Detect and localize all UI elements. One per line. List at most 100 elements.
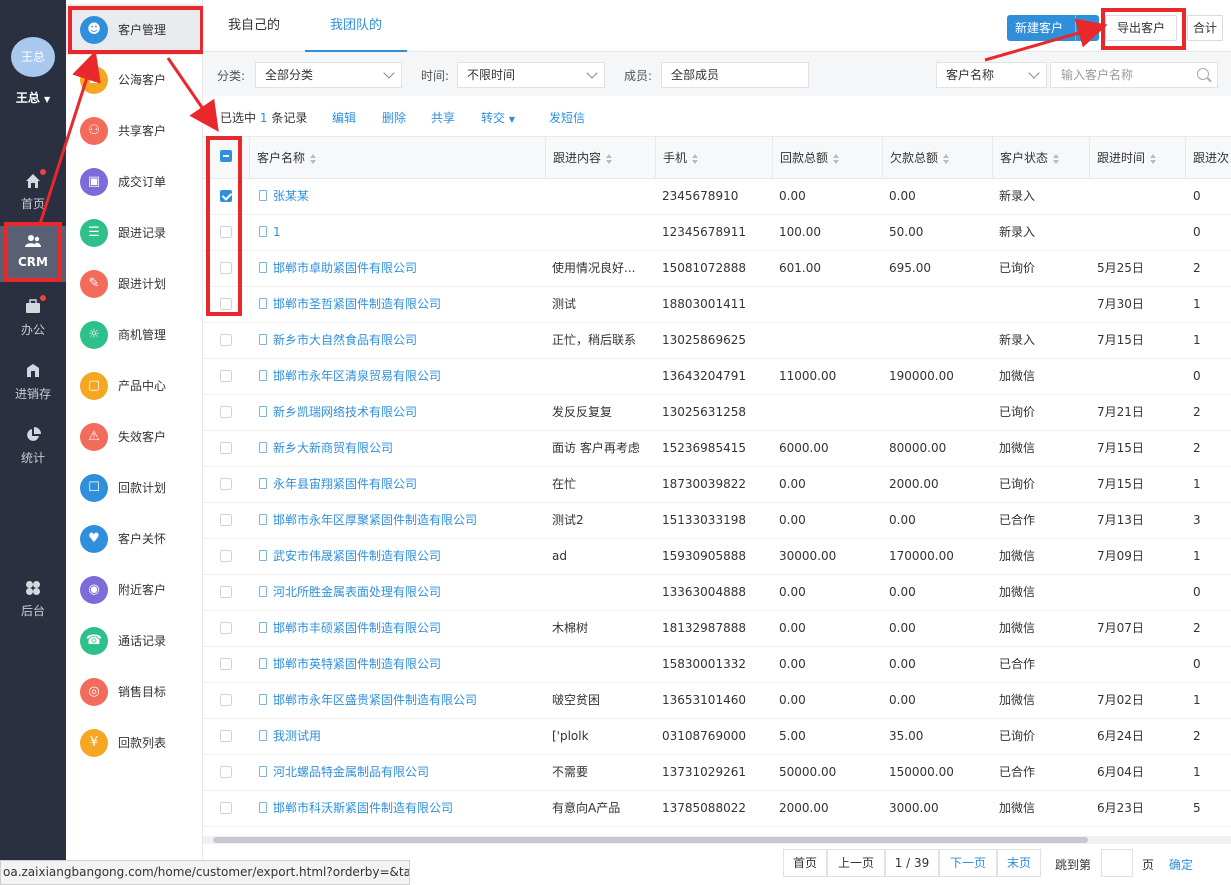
submenu-item-public-customers[interactable]: ♟ 公海客户 [66, 54, 203, 105]
submenu-item-products[interactable]: ▢ 产品中心 [66, 360, 203, 411]
submenu-item-payment-list[interactable]: ¥ 回款列表 [66, 717, 203, 768]
edit-action[interactable]: 编辑 [332, 109, 356, 126]
column-header-status[interactable]: 客户状态 [992, 137, 1060, 179]
tab-mine[interactable]: 我自己的 [218, 0, 290, 52]
cell-name[interactable]: 我测试用 [259, 719, 321, 754]
row-checkbox[interactable] [220, 658, 232, 670]
cell-name[interactable]: 永年县宙翔紧固件有限公司 [259, 467, 417, 502]
row-checkbox[interactable] [220, 622, 232, 634]
cell-name[interactable]: 邯郸市卓助紧固件有限公司 [259, 251, 417, 286]
row-checkbox[interactable] [220, 550, 232, 562]
cell-name[interactable]: 邯郸市永年区厚聚紧固件制造有限公司 [259, 503, 477, 538]
total-button[interactable]: 合计 [1187, 15, 1223, 41]
submenu-item-follow-records[interactable]: ☰ 跟进记录 [66, 207, 203, 258]
column-header-time[interactable]: 跟进时间 [1089, 137, 1157, 179]
submenu-item-follow-plans[interactable]: ✎ 跟进计划 [66, 258, 203, 309]
submenu-item-lost-customers[interactable]: ⚠ 失效客户 [66, 411, 203, 462]
share-action[interactable]: 共享 [431, 109, 455, 126]
submenu-item-shared-customers[interactable]: ⚇ 共享客户 [66, 105, 203, 156]
column-header-phone[interactable]: 手机 [655, 137, 699, 179]
submenu-item-nearby[interactable]: ◉ 附近客户 [66, 564, 203, 615]
row-checkbox[interactable] [220, 586, 232, 598]
user-menu[interactable]: 王总 ▼ [0, 89, 66, 106]
table-row[interactable]: 武安市伟晟紧固件制造有限公司 ad 15930905888 30000.00 17000… [203, 539, 1231, 575]
search-field-select[interactable]: 客户名称 [936, 62, 1047, 88]
cell-name[interactable]: 新乡大新商贸有限公司 [259, 431, 393, 466]
rail-item-office[interactable]: 办公 [0, 292, 66, 348]
cell-name[interactable]: 邯郸市圣哲紧固件制造有限公司 [259, 287, 441, 322]
row-checkbox[interactable] [220, 442, 232, 454]
column-header-owed[interactable]: 欠款总额 [882, 137, 950, 179]
cell-name[interactable]: 邯郸市永年区清泉贸易有限公司 [259, 359, 441, 394]
submenu-item-payment-plans[interactable]: ☐ 回款计划 [66, 462, 203, 513]
prev-page-button[interactable]: 上一页 [827, 849, 885, 877]
tab-my-team[interactable]: 我团队的 [305, 0, 407, 52]
column-header-content[interactable]: 跟进内容 [545, 137, 613, 179]
rail-item-crm[interactable]: CRM [0, 226, 66, 282]
table-row[interactable]: 邯郸市圣哲紧固件制造有限公司 测试 18803001411 7月30日 1 [203, 287, 1231, 323]
row-checkbox[interactable] [220, 802, 232, 814]
row-checkbox[interactable] [220, 334, 232, 346]
cell-name[interactable]: 河北所胜金属表面处理有限公司 [259, 575, 441, 610]
cell-name[interactable]: 张某某 [259, 179, 309, 214]
table-row[interactable]: 邯郸市科沃斯紧固件制造有限公司 有意向A产品 13785088022 2000.00 3… [203, 791, 1231, 827]
table-row[interactable]: 新乡凯瑞网络技术有限公司 发反反复复 13025631258 已询价 7月21日 2 [203, 395, 1231, 431]
rail-item-admin[interactable]: 后台 [0, 573, 66, 629]
table-row[interactable]: 1 12345678911 100.00 50.00 新录入 0 [203, 215, 1231, 251]
cell-name[interactable]: 新乡市大自然食品有限公司 [259, 323, 417, 358]
confirm-jump-button[interactable]: 确定 [1169, 856, 1193, 873]
cell-name[interactable]: 武安市伟晟紧固件制造有限公司 [259, 539, 441, 574]
column-header-name[interactable]: 客户名称 [249, 137, 317, 179]
submenu-item-opportunities[interactable]: ☼ 商机管理 [66, 309, 203, 360]
next-page-button[interactable]: 下一页 [939, 849, 997, 877]
avatar[interactable]: 王总 [11, 37, 55, 77]
table-row[interactable]: 张某某 2345678910 0.00 0.00 新录入 0 [203, 179, 1231, 215]
cell-name[interactable]: 邯郸市丰硕紧固件制造有限公司 [259, 611, 441, 646]
row-checkbox[interactable] [220, 406, 232, 418]
horizontal-scrollbar[interactable] [203, 836, 1231, 844]
table-row[interactable]: 邯郸市永年区清泉贸易有限公司 13643204791 11000.00 190000.… [203, 359, 1231, 395]
search-icon[interactable] [1197, 68, 1209, 80]
row-checkbox[interactable] [220, 190, 232, 202]
table-row[interactable]: 新乡大新商贸有限公司 面访 客户再考虑 15236985415 6000.00 8000… [203, 431, 1231, 467]
row-checkbox[interactable] [220, 226, 232, 238]
table-row[interactable]: 邯郸市丰硕紧固件制造有限公司 木棉树 18132987888 0.00 0.00 加微信 7… [203, 611, 1231, 647]
row-checkbox[interactable] [220, 370, 232, 382]
submenu-item-sales-targets[interactable]: ◎ 销售目标 [66, 666, 203, 717]
first-page-button[interactable]: 首页 [783, 849, 827, 877]
table-row[interactable]: 我测试用 ['plolk 03108769000 5.00 35.00 已询价 6月24日 2 [203, 719, 1231, 755]
cell-name[interactable]: 河北螺品特金属制品有限公司 [259, 755, 429, 790]
member-select[interactable]: 全部成员 [661, 62, 809, 88]
row-checkbox[interactable] [220, 262, 232, 274]
time-select[interactable]: 不限时间 [457, 62, 605, 88]
jump-page-input[interactable] [1101, 849, 1133, 877]
rail-item-home[interactable]: 首页 [0, 166, 66, 222]
submenu-item-orders[interactable]: ▣ 成交订单 [66, 156, 203, 207]
table-row[interactable]: 河北所胜金属表面处理有限公司 13363004888 0.00 0.00 加微信 0 [203, 575, 1231, 611]
submenu-item-call-records[interactable]: ☎ 通话记录 [66, 615, 203, 666]
row-checkbox[interactable] [220, 298, 232, 310]
table-row[interactable]: 邯郸市英特紧固件制造有限公司 15830001332 0.00 0.00 已合作 0 [203, 647, 1231, 683]
cell-name[interactable]: 1 [259, 215, 281, 250]
row-checkbox[interactable] [220, 766, 232, 778]
table-row[interactable]: 河北螺品特金属制品有限公司 不需要 13731029261 50000.00 15000… [203, 755, 1231, 791]
row-checkbox[interactable] [220, 730, 232, 742]
table-row[interactable]: 邯郸市卓助紧固件有限公司 使用情况良好... 15081072888 601.00 69… [203, 251, 1231, 287]
table-row[interactable]: 邯郸市永年区盛贵紧固件制造有限公司 啵空贫困 13653101460 0.00 0.00… [203, 683, 1231, 719]
cell-name[interactable]: 邯郸市科沃斯紧固件制造有限公司 [259, 791, 453, 826]
cell-name[interactable]: 邯郸市英特紧固件制造有限公司 [259, 647, 441, 682]
transfer-action[interactable]: 转交 ▼ [481, 109, 515, 126]
new-customer-button[interactable]: 新建客户 ▼ [1007, 15, 1099, 41]
search-input[interactable]: 输入客户名称 [1050, 62, 1218, 88]
dropdown-arrow-icon[interactable]: ▼ [1075, 15, 1099, 41]
column-header-paid[interactable]: 回款总额 [772, 137, 840, 179]
submenu-item-customer-care[interactable]: ♥ 客户关怀 [66, 513, 203, 564]
table-row[interactable]: 邯郸市永年区厚聚紧固件制造有限公司 测试2 15133033198 0.00 0.00 已… [203, 503, 1231, 539]
rail-item-stats[interactable]: 统计 [0, 420, 66, 476]
delete-action[interactable]: 删除 [382, 109, 406, 126]
rail-item-inventory[interactable]: 进销存 [0, 356, 66, 412]
row-checkbox[interactable] [220, 694, 232, 706]
cell-name[interactable]: 新乡凯瑞网络技术有限公司 [259, 395, 417, 430]
last-page-button[interactable]: 末页 [997, 849, 1041, 877]
send-sms-action[interactable]: 发短信 [549, 109, 585, 126]
